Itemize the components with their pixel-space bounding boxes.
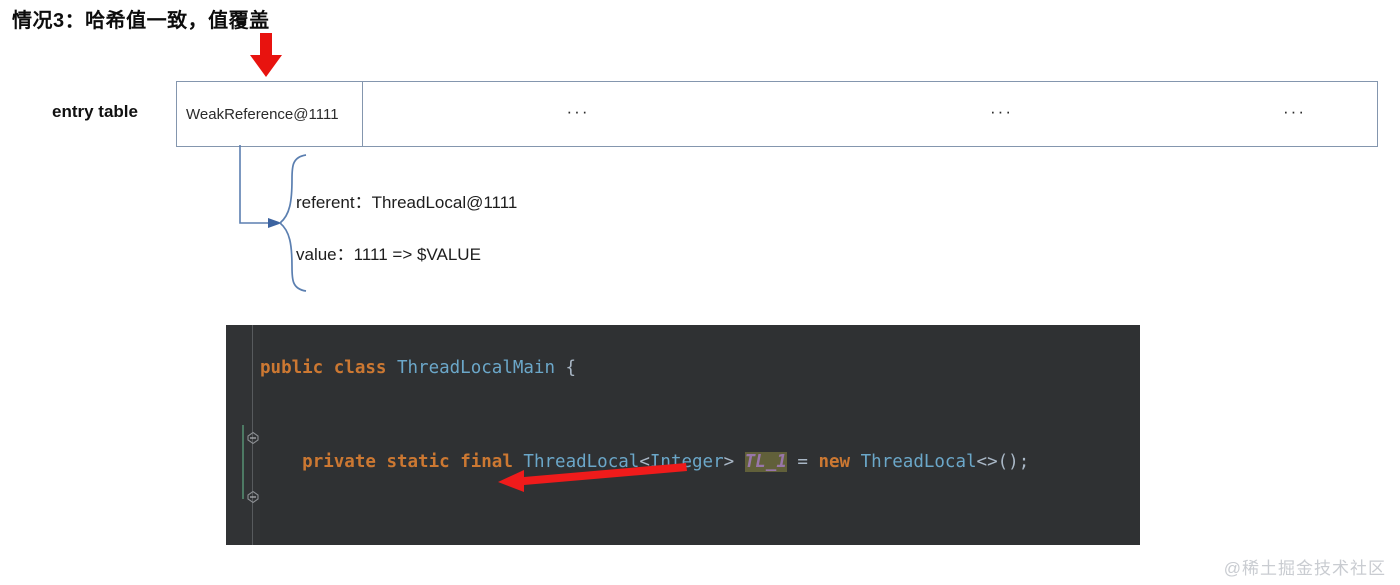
fold-collapse-icon[interactable] [246,431,260,445]
gutter-change-bar [242,425,244,499]
code-line-1: public class ThreadLocalMain { [260,357,577,378]
table-cell-empty-2: ··· [793,82,1210,146]
red-down-arrow-icon [248,33,284,79]
fold-collapse-end-icon[interactable] [246,490,260,504]
table-cell-empty-3: ··· [1210,82,1379,146]
red-left-arrow-icon [498,458,688,494]
table-cell-empty-1: ··· [363,82,793,146]
table-cell-weakreference: WeakReference@1111 [177,82,363,146]
table-cell-text: WeakReference@1111 [186,105,339,123]
detail-value: value：1111 => $VALUE [296,245,481,264]
entry-detail-connector [222,145,522,295]
code-text[interactable]: public class ThreadLocalMain { private s… [260,333,1029,545]
entry-table-label: entry table [52,102,138,121]
table-cell-text: ··· [1283,101,1306,121]
watermark: @稀土掘金技术社区 [1223,559,1386,578]
code-editor[interactable]: public class ThreadLocalMain { private s… [226,325,1140,545]
detail-referent: referent：ThreadLocal@1111 [296,193,518,212]
table-cell-text: ··· [990,101,1013,121]
entry-table: WeakReference@1111 ··· ··· ··· [176,81,1378,147]
editor-gutter[interactable] [226,325,260,545]
page-title: 情况3：哈希值一致，值覆盖 [12,10,270,32]
table-cell-text: ··· [566,101,590,121]
